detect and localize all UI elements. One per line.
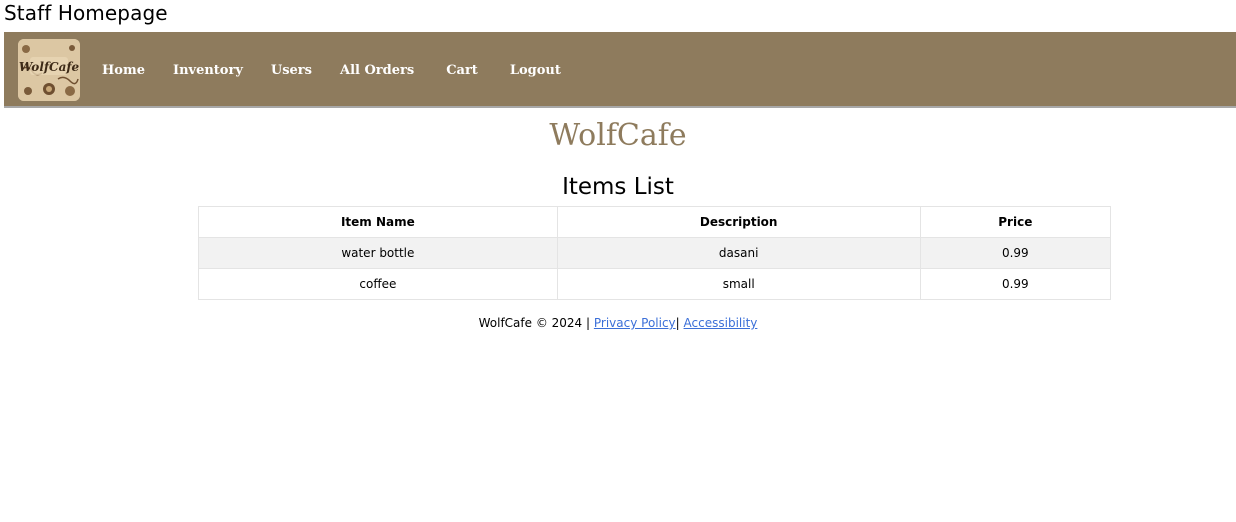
nav-link-home[interactable]: Home: [102, 63, 145, 78]
table-row: water bottle dasani 0.99: [198, 237, 1112, 269]
accessibility-link[interactable]: Accessibility: [684, 316, 758, 330]
footer-separator: |: [675, 316, 680, 330]
column-header-price: Price: [919, 206, 1112, 238]
table-header-row: Item Name Description Price: [198, 206, 1112, 238]
item-description-cell: small: [556, 268, 921, 300]
page-heading: Staff Homepage: [4, 1, 168, 25]
column-header-item-name: Item Name: [198, 206, 558, 238]
item-description-cell: dasani: [556, 237, 921, 269]
item-price-cell: 0.99: [919, 237, 1112, 269]
footer: WolfCafe © 2024 | Privacy Policy| Access…: [0, 314, 1236, 332]
privacy-policy-link[interactable]: Privacy Policy: [594, 316, 676, 330]
logo-text: WolfCafe: [19, 60, 80, 74]
items-list-title: Items List: [562, 174, 674, 200]
item-name-cell: coffee: [198, 268, 558, 300]
nav-link-inventory[interactable]: Inventory: [173, 63, 243, 78]
nav-link-cart[interactable]: Cart: [446, 63, 478, 78]
nav-link-all-orders[interactable]: All Orders: [340, 63, 414, 78]
column-header-description: Description: [556, 206, 921, 238]
nav-link-users[interactable]: Users: [271, 63, 312, 78]
wolfcafe-logo-icon[interactable]: WolfCafe: [18, 39, 80, 101]
brand-title: WolfCafe: [549, 118, 687, 153]
nav-link-logout[interactable]: Logout: [510, 63, 561, 78]
item-name-cell: water bottle: [198, 237, 558, 269]
navbar: WolfCafe Home Inventory Users All Orders…: [4, 32, 1236, 108]
footer-copyright: WolfCafe © 2024 |: [478, 316, 591, 330]
table-row: coffee small 0.99: [198, 268, 1112, 300]
nav-links: Home Inventory Users All Orders Cart Log…: [102, 32, 589, 108]
items-table: Item Name Description Price water bottle…: [198, 206, 1112, 300]
item-price-cell: 0.99: [919, 268, 1112, 300]
